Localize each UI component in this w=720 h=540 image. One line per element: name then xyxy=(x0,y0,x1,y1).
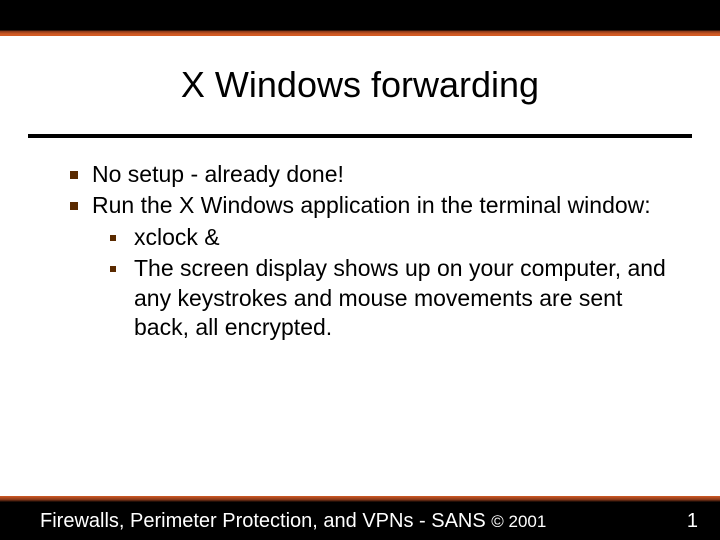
list-item: xclock & xyxy=(110,223,670,252)
bullet-list: No setup - already done! Run the X Windo… xyxy=(70,160,670,343)
title-area: X Windows forwarding xyxy=(0,36,720,120)
footer-main: Firewalls, Perimeter Protection, and VPN… xyxy=(40,510,491,532)
content-region: No setup - already done! Run the X Windo… xyxy=(0,138,720,343)
top-decorative-band xyxy=(0,0,720,36)
footer-text: Firewalls, Perimeter Protection, and VPN… xyxy=(40,510,546,533)
list-item: The screen display shows up on your comp… xyxy=(110,254,670,342)
footer-bar: Firewalls, Perimeter Protection, and VPN… xyxy=(0,496,720,540)
sub-bullet-list: xclock & The screen display shows up on … xyxy=(92,223,670,343)
slide-title: X Windows forwarding xyxy=(20,64,700,106)
list-item-text: Run the X Windows application in the ter… xyxy=(92,192,651,218)
footer-copyright: © 2001 xyxy=(491,512,546,531)
page-number: 1 xyxy=(687,510,698,533)
list-item: Run the X Windows application in the ter… xyxy=(70,191,670,342)
list-item: No setup - already done! xyxy=(70,160,670,189)
